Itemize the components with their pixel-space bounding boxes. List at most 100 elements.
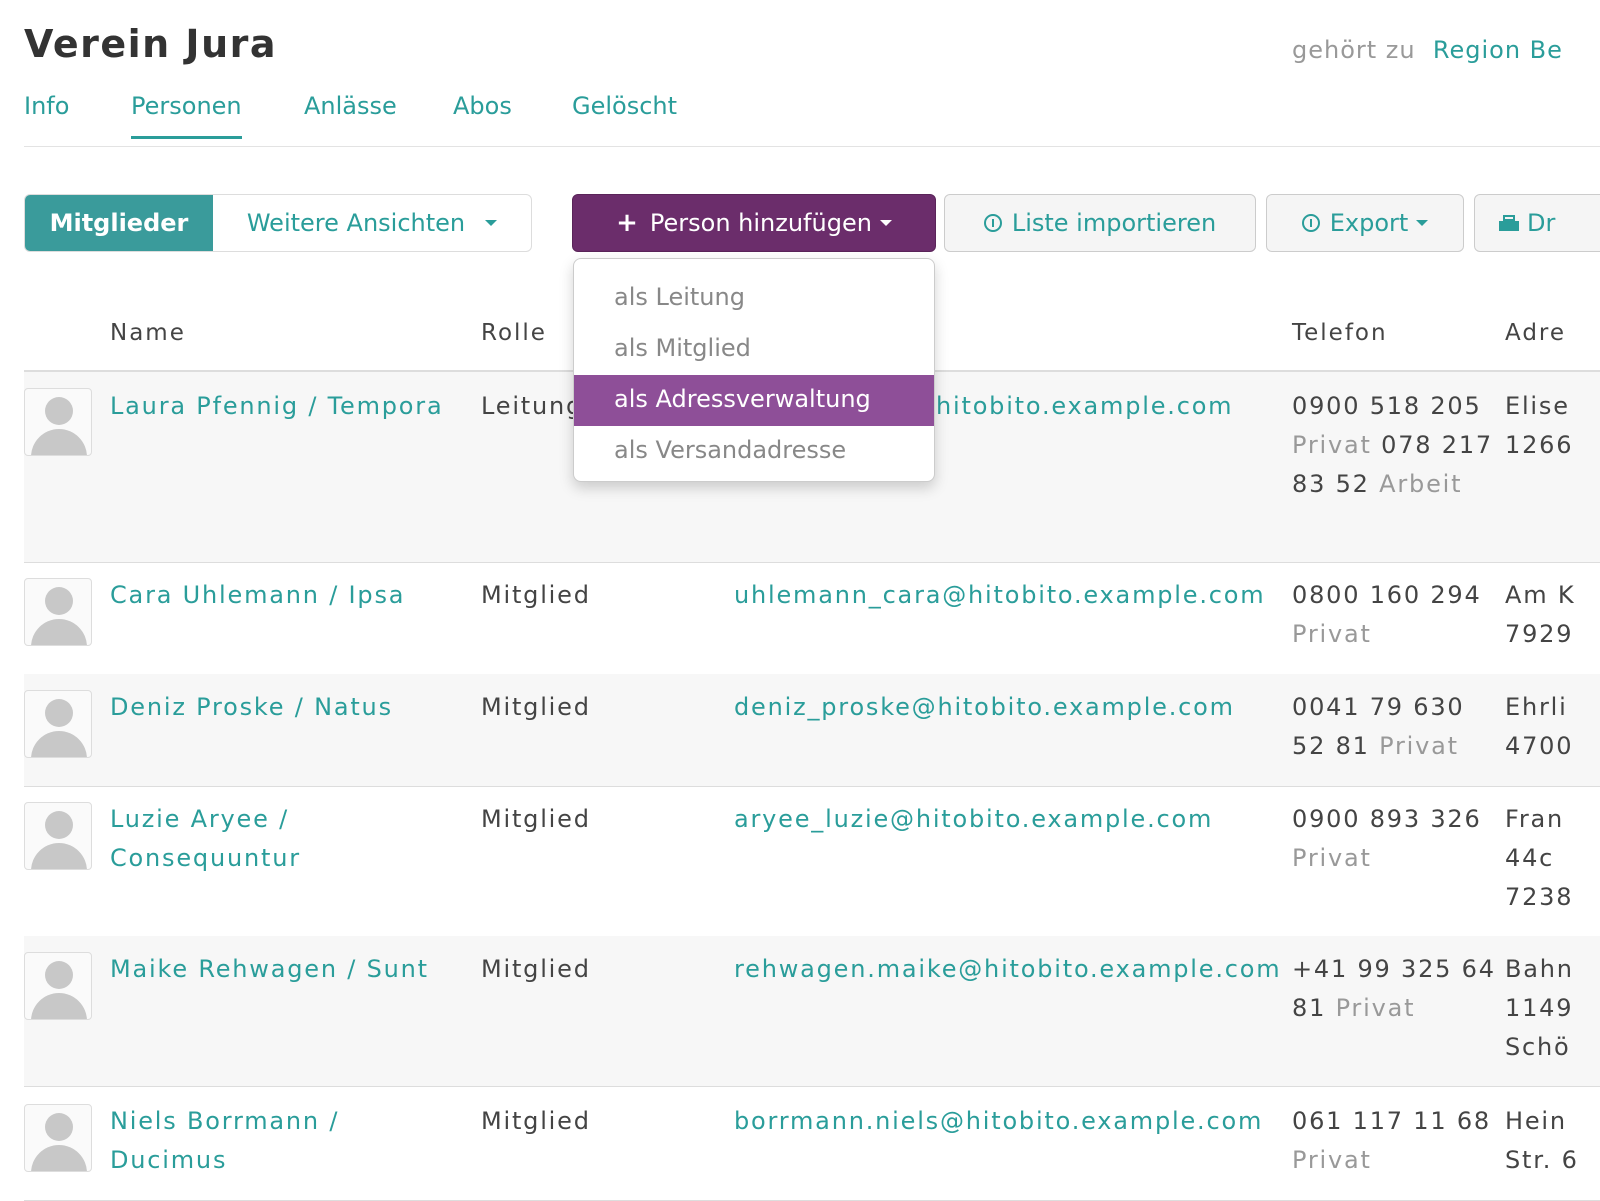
address-line: Fran — [1505, 805, 1565, 833]
address-line: 1266 — [1505, 431, 1574, 459]
person-role: Mitglied — [481, 693, 591, 721]
address-line: 1149 — [1505, 994, 1574, 1022]
tab-personen[interactable]: Personen — [131, 92, 242, 139]
download-circle-icon — [1301, 214, 1320, 232]
person-email-link[interactable]: rehwagen.maike@hitobito.example.com — [734, 950, 1281, 989]
avatar — [24, 802, 92, 870]
address-line: 4700 — [1505, 732, 1574, 760]
person-address: Fran 44c 7238 — [1505, 800, 1600, 917]
person-name-link[interactable]: Niels Borrmann / Ducimus — [110, 1102, 450, 1180]
menu-item-als-versandadresse[interactable]: als Versandadresse — [574, 426, 934, 477]
address-line: Am K — [1505, 581, 1576, 609]
view-mitglieder-button[interactable]: Mitglieder — [25, 195, 213, 251]
person-phones: 061 117 11 68 Privat — [1292, 1102, 1497, 1180]
person-email-link[interactable]: aryee_luzie@hitobito.example.com — [734, 800, 1213, 839]
menu-item-als-adressverwaltung[interactable]: als Adressverwaltung — [574, 375, 934, 426]
avatar — [24, 578, 92, 646]
address-line: 7929 — [1505, 620, 1574, 648]
phone-number: 061 117 11 68 — [1292, 1107, 1491, 1135]
tab-anlaesse[interactable]: Anlässe — [304, 92, 397, 136]
phone-type: Privat — [1292, 620, 1372, 648]
person-email-link[interactable]: borrmann.niels@hitobito.example.com — [734, 1102, 1263, 1141]
phone-type: Arbeit — [1379, 470, 1463, 498]
person-email-link[interactable]: uhlemann_cara@hitobito.example.com — [734, 576, 1265, 615]
export-button[interactable]: Export — [1266, 194, 1464, 252]
person-address: Bahn 1149 Schö — [1505, 950, 1600, 1067]
phone-type: Privat — [1292, 431, 1372, 459]
phone-type: Privat — [1292, 844, 1372, 872]
person-role: Mitglied — [481, 805, 591, 833]
table-row: Maike Rehwagen / Sunt Mitglied rehwagen.… — [24, 936, 1600, 1087]
person-name-link[interactable]: Cara Uhlemann / Ipsa — [110, 576, 450, 615]
address-line: Ehrli — [1505, 693, 1568, 721]
person-email-link[interactable]: deniz_proske@hitobito.example.com — [734, 688, 1235, 727]
phone-number: 0900 518 205 — [1292, 392, 1482, 420]
person-phones: 0041 79 630 52 81 Privat — [1292, 688, 1497, 766]
chevron-down-icon — [485, 220, 498, 226]
add-person-button[interactable]: + Person hinzufügen — [572, 194, 936, 252]
person-address: Elise 1266 — [1505, 387, 1600, 465]
column-header-telefon[interactable]: Telefon — [1292, 320, 1388, 346]
parent-group-link[interactable]: Region Be — [1433, 36, 1563, 64]
table-row: Niels Borrmann / Ducimus Mitglied borrma… — [24, 1086, 1600, 1201]
phone-type: Privat — [1379, 732, 1459, 760]
print-button[interactable]: Dr — [1474, 194, 1600, 252]
avatar — [24, 1104, 92, 1172]
person-phones: 0900 893 326 Privat — [1292, 800, 1497, 878]
address-line: 44c — [1505, 844, 1555, 872]
more-views-dropdown[interactable]: Weitere Ansichten — [213, 195, 531, 251]
avatar — [24, 388, 92, 456]
menu-item-als-mitglied[interactable]: als Mitglied — [574, 324, 934, 375]
menu-item-als-leitung[interactable]: als Leitung — [574, 273, 934, 324]
person-phones: 0800 160 294 Privat — [1292, 576, 1497, 654]
add-person-label: Person hinzufügen — [649, 209, 872, 237]
person-email-link[interactable]: hitobito.example.com — [936, 387, 1233, 426]
address-line: 7238 — [1505, 883, 1574, 911]
plus-icon: + — [616, 208, 638, 238]
page-title: Verein Jura — [24, 22, 277, 66]
table-row: Luzie Aryee / Consequuntur Mitglied arye… — [24, 786, 1600, 937]
view-switcher: Mitglieder Weitere Ansichten — [24, 194, 532, 252]
person-phones: +41 99 325 64 81 Privat — [1292, 950, 1497, 1028]
tab-abos[interactable]: Abos — [453, 92, 512, 136]
person-role: Mitglied — [481, 955, 591, 983]
belongs-to-label: gehört zu — [1292, 36, 1416, 64]
phone-number: 0900 893 326 — [1292, 805, 1482, 833]
person-name-link[interactable]: Laura Pfennig / Tempora — [110, 387, 450, 426]
table-row: Deniz Proske / Natus Mitglied deniz_pros… — [24, 674, 1600, 787]
person-phones: 0900 518 205 Privat 078 217 83 52 Arbeit — [1292, 387, 1497, 504]
person-address: Ehrli 4700 — [1505, 688, 1600, 766]
person-address: Am K 7929 — [1505, 576, 1600, 654]
person-role: Mitglied — [481, 581, 591, 609]
group-parent-info: gehört zu Region Be — [1292, 36, 1563, 64]
person-role: Leitung — [481, 392, 584, 420]
print-label: Dr — [1527, 209, 1556, 237]
upload-circle-icon — [983, 214, 1002, 232]
tab-geloescht[interactable]: Gelöscht — [572, 92, 677, 136]
toolbar: Mitglieder Weitere Ansichten + Person hi… — [24, 194, 1600, 254]
phone-number: 0800 160 294 — [1292, 581, 1482, 609]
person-address: Hein Str. 6 — [1505, 1102, 1600, 1180]
phone-type: Privat — [1335, 994, 1416, 1022]
avatar — [24, 952, 92, 1020]
more-views-label: Weitere Ansichten — [246, 209, 466, 237]
address-line: Schö — [1505, 1033, 1571, 1061]
person-name-link[interactable]: Maike Rehwagen / Sunt — [110, 950, 450, 989]
import-list-button[interactable]: Liste importieren — [944, 194, 1256, 252]
export-label: Export — [1329, 209, 1409, 237]
phone-type: Privat — [1292, 1146, 1372, 1174]
column-header-rolle[interactable]: Rolle — [481, 320, 547, 346]
address-line: Elise — [1505, 392, 1570, 420]
avatar — [24, 690, 92, 758]
person-name-link[interactable]: Luzie Aryee / Consequuntur — [110, 800, 450, 878]
address-line: Str. 6 — [1505, 1146, 1579, 1174]
address-line: Hein — [1505, 1107, 1567, 1135]
chevron-down-icon — [879, 220, 892, 226]
chevron-down-icon — [1416, 220, 1429, 226]
person-role: Mitglied — [481, 1107, 591, 1135]
person-name-link[interactable]: Deniz Proske / Natus — [110, 688, 450, 727]
tab-info[interactable]: Info — [24, 92, 69, 136]
table-row: Cara Uhlemann / Ipsa Mitglied uhlemann_c… — [24, 562, 1600, 675]
column-header-adresse[interactable]: Adre — [1505, 320, 1566, 346]
column-header-name[interactable]: Name — [110, 320, 186, 346]
